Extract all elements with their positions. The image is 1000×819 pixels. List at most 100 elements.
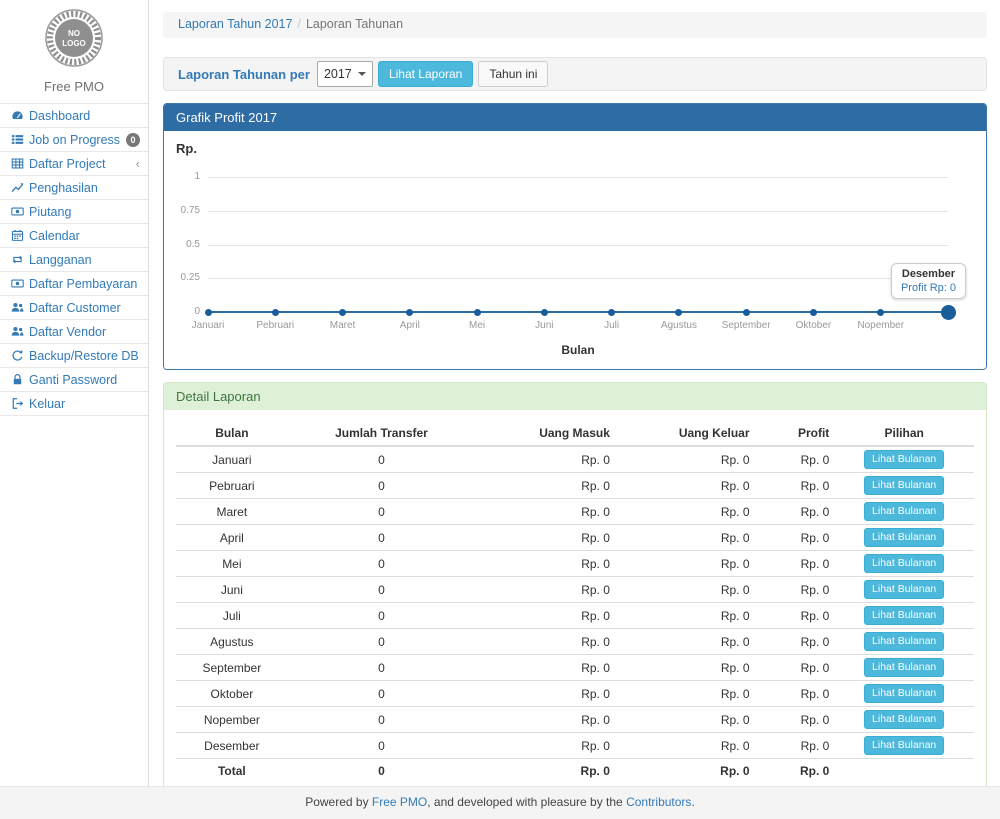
sidebar-item-label: Daftar Pembayaran: [29, 277, 137, 291]
lihat-bulanan-button[interactable]: Lihat Bulanan: [864, 710, 944, 729]
lihat-bulanan-button[interactable]: Lihat Bulanan: [864, 684, 944, 703]
lihat-bulanan-button[interactable]: Lihat Bulanan: [864, 606, 944, 625]
lihat-bulanan-button[interactable]: Lihat Bulanan: [864, 632, 944, 651]
sidebar-item-ganti-password[interactable]: Ganti Password: [0, 368, 148, 392]
sidebar-item-daftar-vendor[interactable]: Daftar Vendor: [0, 320, 148, 344]
table-row-maret: Maret0Rp. 0Rp. 0Rp. 0Lihat Bulanan: [176, 499, 974, 525]
data-point-pebruari[interactable]: [272, 309, 279, 316]
lihat-bulanan-button[interactable]: Lihat Bulanan: [864, 502, 944, 521]
lihat-bulanan-button[interactable]: Lihat Bulanan: [864, 528, 944, 547]
total-value-cell: Rp. 0: [755, 759, 835, 783]
lihat-bulanan-button[interactable]: Lihat Bulanan: [864, 450, 944, 469]
data-point-september[interactable]: [743, 309, 750, 316]
lihat-bulanan-button[interactable]: Lihat Bulanan: [864, 736, 944, 755]
sidebar-menu: Dashboard Job on Progress0Daftar Project P…: [0, 103, 148, 416]
sidebar-item-label: Langganan: [29, 253, 92, 267]
data-point-agustus[interactable]: [675, 309, 682, 316]
footer-text-suffix: .: [691, 795, 694, 809]
value-cell: 0: [288, 499, 476, 525]
table-row-juni: Juni0Rp. 0Rp. 0Rp. 0Lihat Bulanan: [176, 577, 974, 603]
data-point-juli[interactable]: [608, 309, 615, 316]
lihat-bulanan-button[interactable]: Lihat Bulanan: [864, 580, 944, 599]
sidebar-item-label: Penghasilan: [29, 181, 98, 195]
filter-label: Laporan Tahunan per: [178, 67, 310, 82]
x-axis-tick-label: Maret: [311, 320, 375, 331]
x-axis-tick-label: Pebruari: [243, 320, 307, 331]
footer-link-contributors[interactable]: Contributors: [626, 795, 691, 809]
list-icon: [9, 133, 25, 146]
data-point-maret[interactable]: [339, 309, 346, 316]
sidebar: NO LOGO Free PMO DashboardJob on Progres…: [0, 0, 149, 786]
data-point-juni[interactable]: [541, 309, 548, 316]
value-cell: Rp. 0: [475, 499, 615, 525]
value-cell: 0: [288, 551, 476, 577]
month-cell: September: [176, 655, 288, 681]
value-cell: Rp. 0: [475, 733, 615, 759]
value-cell: Rp. 0: [755, 525, 835, 551]
sidebar-item-daftar-project[interactable]: Daftar Project: [0, 152, 148, 176]
x-axis-title: Bulan: [208, 343, 948, 357]
value-cell: Rp. 0: [615, 499, 755, 525]
value-cell: Rp. 0: [755, 681, 835, 707]
value-cell: Rp. 0: [755, 551, 835, 577]
value-cell: Rp. 0: [475, 629, 615, 655]
data-point-mei[interactable]: [474, 309, 481, 316]
value-cell: Rp. 0: [615, 733, 755, 759]
filter-bar: Laporan Tahunan per 2017 Lihat Laporan T…: [163, 57, 987, 91]
detail-panel-title: Detail Laporan: [164, 383, 986, 410]
breadcrumb-separator: /: [297, 17, 300, 31]
no-logo-seal: NO LOGO: [44, 8, 104, 68]
data-point-desember[interactable]: [941, 305, 956, 320]
sidebar-item-backup-restore-db[interactable]: Backup/Restore DB: [0, 344, 148, 368]
chart-gridline: [208, 177, 948, 178]
lihat-bulanan-button[interactable]: Lihat Bulanan: [864, 658, 944, 677]
chart-line-icon: [9, 181, 25, 194]
month-cell: Nopember: [176, 707, 288, 733]
value-cell: Rp. 0: [615, 446, 755, 473]
value-cell: Rp. 0: [475, 707, 615, 733]
lihat-bulanan-button[interactable]: Lihat Bulanan: [864, 476, 944, 495]
sidebar-item-dashboard[interactable]: Dashboard: [0, 104, 148, 128]
sidebar-item-penghasilan[interactable]: Penghasilan: [0, 176, 148, 200]
month-cell: Mei: [176, 551, 288, 577]
breadcrumb-link[interactable]: Laporan Tahun 2017: [178, 17, 292, 31]
value-cell: 0: [288, 733, 476, 759]
footer-link-free-pmo[interactable]: Free PMO: [372, 795, 427, 809]
value-cell: Rp. 0: [755, 473, 835, 499]
footer-text-middle: , and developed with pleasure by the: [427, 795, 626, 809]
year-select[interactable]: 2017: [317, 61, 373, 87]
value-cell: 0: [288, 629, 476, 655]
data-point-oktober[interactable]: [810, 309, 817, 316]
value-cell: Rp. 0: [615, 707, 755, 733]
tooltip-title: Desember: [901, 268, 956, 280]
report-table: BulanJumlah TransferUang MasukUang Kelua…: [176, 421, 974, 783]
value-cell: Rp. 0: [615, 473, 755, 499]
sidebar-item-job-on-progress[interactable]: Job on Progress0: [0, 128, 148, 152]
sidebar-item-label: Backup/Restore DB: [29, 349, 139, 363]
sidebar-item-label: Ganti Password: [29, 373, 117, 387]
action-cell: Lihat Bulanan: [834, 707, 974, 733]
value-cell: Rp. 0: [615, 603, 755, 629]
sidebar-item-keluar[interactable]: Keluar: [0, 392, 148, 416]
table-row-september: September0Rp. 0Rp. 0Rp. 0Lihat Bulanan: [176, 655, 974, 681]
sidebar-item-daftar-pembayaran[interactable]: Daftar Pembayaran: [0, 272, 148, 296]
sidebar-item-calendar[interactable]: Calendar: [0, 224, 148, 248]
lihat-laporan-button[interactable]: Lihat Laporan: [378, 61, 473, 87]
data-point-januari[interactable]: [205, 309, 212, 316]
value-cell: 0: [288, 525, 476, 551]
sidebar-item-daftar-customer[interactable]: Daftar Customer: [0, 296, 148, 320]
sidebar-item-label: Dashboard: [29, 109, 90, 123]
value-cell: Rp. 0: [615, 655, 755, 681]
tahun-ini-button[interactable]: Tahun ini: [478, 61, 548, 87]
empty-action-cell: [834, 759, 974, 783]
footer-text-prefix: Powered by: [305, 795, 372, 809]
action-cell: Lihat Bulanan: [834, 577, 974, 603]
data-point-april[interactable]: [406, 309, 413, 316]
sidebar-item-piutang[interactable]: Piutang: [0, 200, 148, 224]
lihat-bulanan-button[interactable]: Lihat Bulanan: [864, 554, 944, 573]
sidebar-item-langganan[interactable]: Langganan: [0, 248, 148, 272]
data-point-nopember[interactable]: [877, 309, 884, 316]
value-cell: Rp. 0: [755, 446, 835, 473]
calendar-icon: [9, 229, 25, 242]
report-table-body: Januari0Rp. 0Rp. 0Rp. 0Lihat BulananPebr…: [176, 446, 974, 783]
